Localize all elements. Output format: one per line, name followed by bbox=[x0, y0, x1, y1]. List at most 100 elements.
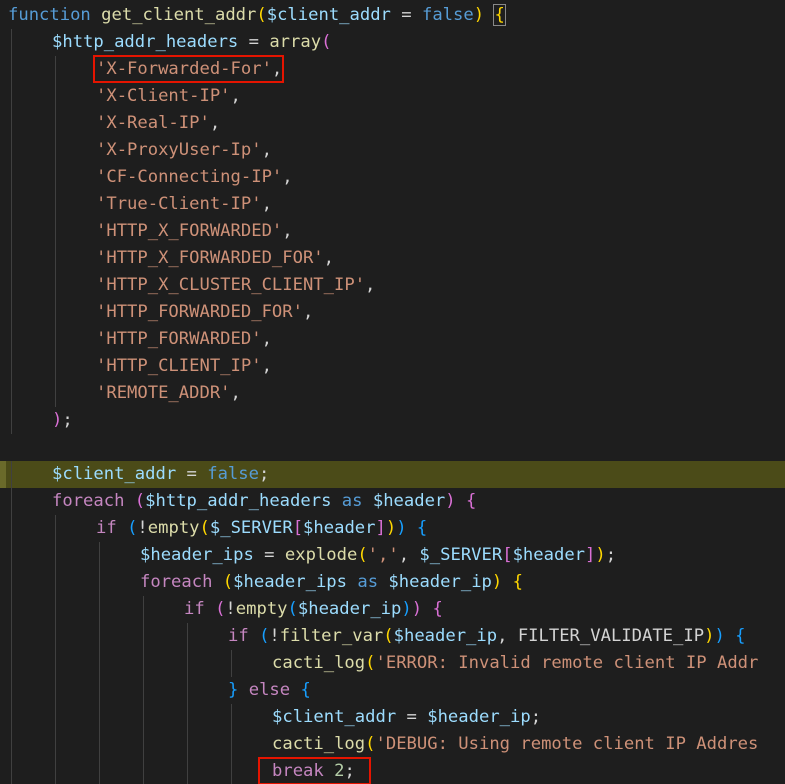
indent-guide bbox=[55, 164, 56, 191]
code-token: ; bbox=[605, 545, 617, 565]
code-line[interactable]: 'HTTP_FORWARDED_FOR', bbox=[0, 299, 785, 326]
code-token: 'HTTP_X_FORWARDED_FOR' bbox=[96, 248, 324, 268]
code-token: , bbox=[302, 302, 314, 322]
code-line[interactable]: 'HTTP_X_FORWARDED', bbox=[0, 218, 785, 245]
code-token: 'CF-Connecting-IP' bbox=[96, 167, 283, 187]
code-line[interactable]: 'X-ProxyUser-Ip', bbox=[0, 137, 785, 164]
code-line[interactable]: 'REMOTE_ADDR', bbox=[0, 380, 785, 407]
indent-guide bbox=[99, 650, 100, 677]
indent-guide bbox=[143, 650, 144, 677]
indent-guide bbox=[11, 380, 12, 407]
code-line[interactable]: 'True-Client-IP', bbox=[0, 191, 785, 218]
code-line[interactable]: cacti_log('DEBUG: Using remote client IP… bbox=[0, 731, 785, 758]
code-line[interactable]: 'HTTP_X_CLUSTER_CLIENT_IP', bbox=[0, 272, 785, 299]
code-token: = bbox=[253, 545, 285, 565]
code-line[interactable] bbox=[0, 434, 785, 461]
indent-guide bbox=[55, 650, 56, 677]
code-text: 'True-Client-IP', bbox=[96, 191, 272, 218]
code-line[interactable]: foreach ($http_addr_headers as $header) … bbox=[0, 488, 785, 515]
indent-guide bbox=[11, 218, 12, 245]
code-line[interactable]: $http_addr_headers = array( bbox=[0, 29, 785, 56]
code-token: { bbox=[493, 4, 506, 26]
code-line[interactable]: ); bbox=[0, 407, 785, 434]
code-text: 'HTTP_FORWARDED_FOR', bbox=[96, 299, 313, 326]
code-token: 'DEBUG: Using remote client IP Addres bbox=[375, 734, 759, 754]
indent-guide bbox=[55, 515, 56, 542]
code-line[interactable]: if (!empty($_SERVER[$header])) { bbox=[0, 515, 785, 542]
code-line[interactable]: cacti_log('ERROR: Invalid remote client … bbox=[0, 650, 785, 677]
code-line[interactable]: if (!empty($header_ip)) { bbox=[0, 596, 785, 623]
code-token: ; bbox=[530, 707, 542, 727]
indent-guide bbox=[99, 677, 100, 704]
code-line[interactable]: 'HTTP_X_FORWARDED_FOR', bbox=[0, 245, 785, 272]
code-token: foreach bbox=[52, 491, 125, 511]
code-token: ) bbox=[385, 518, 397, 538]
code-line[interactable]: $header_ips = explode(',', $_SERVER[$hea… bbox=[0, 542, 785, 569]
code-text: if (!empty($header_ip)) { bbox=[184, 596, 443, 623]
code-text: 'HTTP_X_FORWARDED_FOR', bbox=[96, 245, 334, 272]
code-token: ( bbox=[134, 491, 146, 511]
code-line[interactable]: $client_addr = $header_ip; bbox=[0, 704, 785, 731]
code-token: ( bbox=[256, 5, 267, 25]
code-token: ( bbox=[259, 626, 270, 646]
code-line[interactable]: 'HTTP_CLIENT_IP', bbox=[0, 353, 785, 380]
indent-guide bbox=[143, 623, 144, 650]
indent-guide bbox=[187, 704, 188, 731]
indent-guide bbox=[143, 677, 144, 704]
indent-guide bbox=[11, 110, 12, 137]
code-line[interactable]: } else { bbox=[0, 677, 785, 704]
code-token: ) bbox=[473, 5, 485, 25]
indent-guide bbox=[143, 704, 144, 731]
code-line[interactable]: if (!filter_var($header_ip, FILTER_VALID… bbox=[0, 623, 785, 650]
code-line[interactable]: 'HTTP_FORWARDED', bbox=[0, 326, 785, 353]
code-token: FILTER_VALIDATE_IP bbox=[517, 626, 705, 646]
code-token: $header_ip bbox=[427, 707, 531, 727]
code-token: = bbox=[390, 5, 422, 25]
code-line[interactable]: function get_client_addr($client_addr = … bbox=[0, 2, 785, 29]
code-text: 'CF-Connecting-IP', bbox=[96, 164, 293, 191]
code-line[interactable]: 'X-Client-IP', bbox=[0, 83, 785, 110]
indent-guide bbox=[11, 596, 12, 623]
indent-guide bbox=[99, 542, 100, 569]
code-token: ! bbox=[225, 599, 236, 619]
code-token: ! bbox=[137, 518, 148, 538]
indent-guide bbox=[55, 542, 56, 569]
code-token: 'HTTP_CLIENT_IP' bbox=[96, 356, 262, 376]
code-text: 'X-Real-IP', bbox=[96, 110, 220, 137]
code-token: $_SERVER bbox=[419, 545, 503, 565]
code-token: , bbox=[261, 194, 272, 214]
indent-guide bbox=[187, 623, 188, 650]
code-token: $_SERVER bbox=[209, 518, 293, 538]
code-line[interactable]: 'CF-Connecting-IP', bbox=[0, 164, 785, 191]
indent-guide bbox=[55, 245, 56, 272]
code-token: 'X-ProxyUser-Ip' bbox=[96, 140, 262, 160]
code-token: 'HTTP_FORWARDED_FOR' bbox=[96, 302, 303, 322]
code-token: false bbox=[421, 5, 474, 25]
code-line[interactable]: break 2; bbox=[0, 758, 785, 784]
code-token: $header bbox=[372, 491, 446, 511]
code-token: if bbox=[184, 599, 205, 619]
code-token: 'HTTP_X_FORWARDED' bbox=[96, 221, 283, 241]
code-token: empty bbox=[235, 599, 288, 619]
highlight-box-x-forwarded-for bbox=[93, 55, 285, 83]
code-token: 'HTTP_X_CLUSTER_CLIENT_IP' bbox=[96, 275, 366, 295]
indent-guide bbox=[55, 191, 56, 218]
code-token: 'X-Client-IP' bbox=[96, 86, 231, 106]
code-token: = bbox=[176, 464, 208, 484]
code-text: 'REMOTE_ADDR', bbox=[96, 380, 241, 407]
code-text: 'HTTP_X_FORWARDED', bbox=[96, 218, 293, 245]
code-token: , bbox=[209, 113, 221, 133]
code-token: ] bbox=[375, 518, 386, 538]
indent-guide bbox=[55, 326, 56, 353]
indent-guide bbox=[99, 623, 100, 650]
code-line[interactable]: foreach ($header_ips as $header_ip) { bbox=[0, 569, 785, 596]
code-line[interactable]: 'X-Real-IP', bbox=[0, 110, 785, 137]
code-token: $header_ip bbox=[297, 599, 402, 619]
code-editor[interactable]: function get_client_addr($client_addr = … bbox=[0, 0, 785, 784]
code-line[interactable]: $client_addr = false; bbox=[0, 461, 785, 488]
code-token: ) bbox=[714, 626, 725, 646]
